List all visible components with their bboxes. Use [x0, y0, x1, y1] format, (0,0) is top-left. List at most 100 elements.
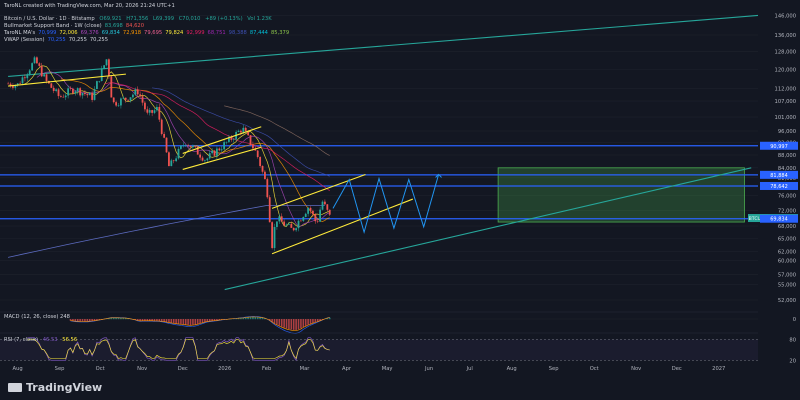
macd-bar — [297, 319, 300, 330]
rsi-legend[interactable]: RSI (7, close) 46.53 56.56 — [4, 337, 80, 344]
candle — [304, 213, 307, 217]
candle — [288, 223, 290, 225]
candle — [12, 86, 14, 88]
indicator-line[interactable]: VWAP (Session) 70,255 70,255 70,255 — [4, 37, 111, 44]
candle — [326, 204, 329, 210]
x-tick-label: Feb — [262, 366, 272, 372]
macd-bar — [177, 319, 180, 324]
macd-bar — [194, 319, 197, 325]
candle — [115, 102, 118, 106]
y-tick-label: 107,000 — [775, 99, 796, 105]
candle — [307, 207, 310, 214]
candle — [50, 83, 53, 88]
macd-bar — [254, 317, 257, 320]
candle — [297, 220, 300, 229]
candle — [158, 106, 161, 120]
candle — [268, 197, 271, 223]
macd-bar — [288, 319, 290, 330]
macd-bar — [276, 319, 278, 325]
macd-bar — [160, 319, 163, 322]
x-tick-label: Aug — [507, 366, 517, 372]
candle — [314, 214, 317, 222]
candle — [72, 88, 74, 94]
price-chart[interactable]: 0 80 20 146,000 136,000 128,000 120,000 112,0… — [0, 0, 800, 400]
candle — [187, 144, 190, 146]
macd-bar — [84, 319, 86, 322]
ohlc-low: L69,399 — [152, 16, 175, 22]
candle — [170, 160, 173, 167]
candle — [177, 148, 180, 159]
candle — [165, 137, 168, 153]
x-tick-label: Dec — [178, 366, 188, 372]
candle — [88, 92, 91, 96]
candle — [120, 98, 122, 106]
candle — [136, 89, 139, 95]
candle — [316, 221, 319, 222]
candle — [36, 57, 38, 64]
candle — [283, 221, 286, 226]
candle — [129, 97, 132, 101]
macd-bar — [86, 319, 89, 322]
price-tag-text: 90,997 — [770, 144, 788, 150]
candle — [211, 150, 214, 154]
candle — [110, 76, 113, 98]
indicator-value: 70,255 — [68, 37, 87, 43]
macd-bar — [256, 317, 259, 320]
candle — [57, 89, 60, 97]
y-tick-label: 112,000 — [775, 87, 796, 93]
candle — [242, 127, 245, 133]
ohlc-change: +89 (+0.13%) — [205, 16, 243, 22]
indicator-value: 69,376 — [80, 30, 99, 36]
candle — [172, 160, 175, 162]
candle — [256, 150, 259, 158]
indicator-line[interactable]: Bullmarket Support Band · 1W (close) 83,6… — [4, 23, 147, 30]
candle — [240, 130, 242, 133]
candle — [249, 135, 252, 145]
candle — [295, 228, 298, 231]
y-tick-label: 57,000 — [778, 273, 796, 279]
macd-bar — [163, 319, 165, 322]
candle — [285, 224, 288, 226]
candle — [321, 201, 324, 210]
ohlc-open: O69,921 — [99, 16, 122, 22]
macd-bar — [204, 319, 206, 323]
candle — [194, 145, 197, 147]
macd-bar — [201, 319, 204, 323]
candle — [208, 153, 211, 159]
macd-bar — [249, 317, 252, 320]
candle — [52, 87, 55, 91]
candle — [292, 227, 295, 231]
y-tick-label: 146,000 — [775, 13, 796, 19]
indicator-line[interactable]: TaroNL MA's 70,999 72,006 69,376 69,834 72,91… — [4, 30, 292, 37]
macd-bar — [189, 319, 192, 326]
candle — [7, 83, 10, 85]
candle — [273, 226, 276, 248]
candle — [309, 207, 312, 211]
y-tick-label: 65,000 — [778, 236, 796, 242]
symbol-label[interactable]: Bitcoin / U.S. Dollar · 1D · Bitstamp — [4, 16, 95, 22]
candle — [40, 65, 43, 77]
rsi-ma-value: 56.56 — [62, 337, 78, 343]
macd-bar — [304, 319, 307, 326]
y-tick-label: 62,000 — [778, 250, 796, 256]
candle — [28, 70, 31, 75]
y-tick-label: 68,000 — [778, 224, 796, 230]
price-tag-text: 81,884 — [770, 173, 788, 179]
macd-bar — [206, 319, 209, 322]
macd-bar — [199, 319, 201, 324]
candle — [24, 77, 26, 79]
x-tick-label: Sep — [549, 366, 559, 372]
rsi-tick-label: 20 — [789, 358, 796, 364]
y-tick-label: 52,000 — [778, 298, 796, 304]
indicator-value: 68,751 — [207, 30, 226, 36]
indicator-value: 70,999 — [38, 30, 57, 36]
candle — [216, 148, 218, 156]
candle — [192, 145, 194, 148]
candle — [26, 74, 29, 79]
y-tick-label: 76,000 — [778, 193, 796, 199]
candle — [21, 77, 24, 84]
candle — [278, 216, 281, 222]
macd-legend[interactable]: MACD (12, 26, close) 248 — [4, 314, 73, 321]
candle — [33, 57, 36, 64]
x-tick-label: Aug — [13, 366, 23, 372]
